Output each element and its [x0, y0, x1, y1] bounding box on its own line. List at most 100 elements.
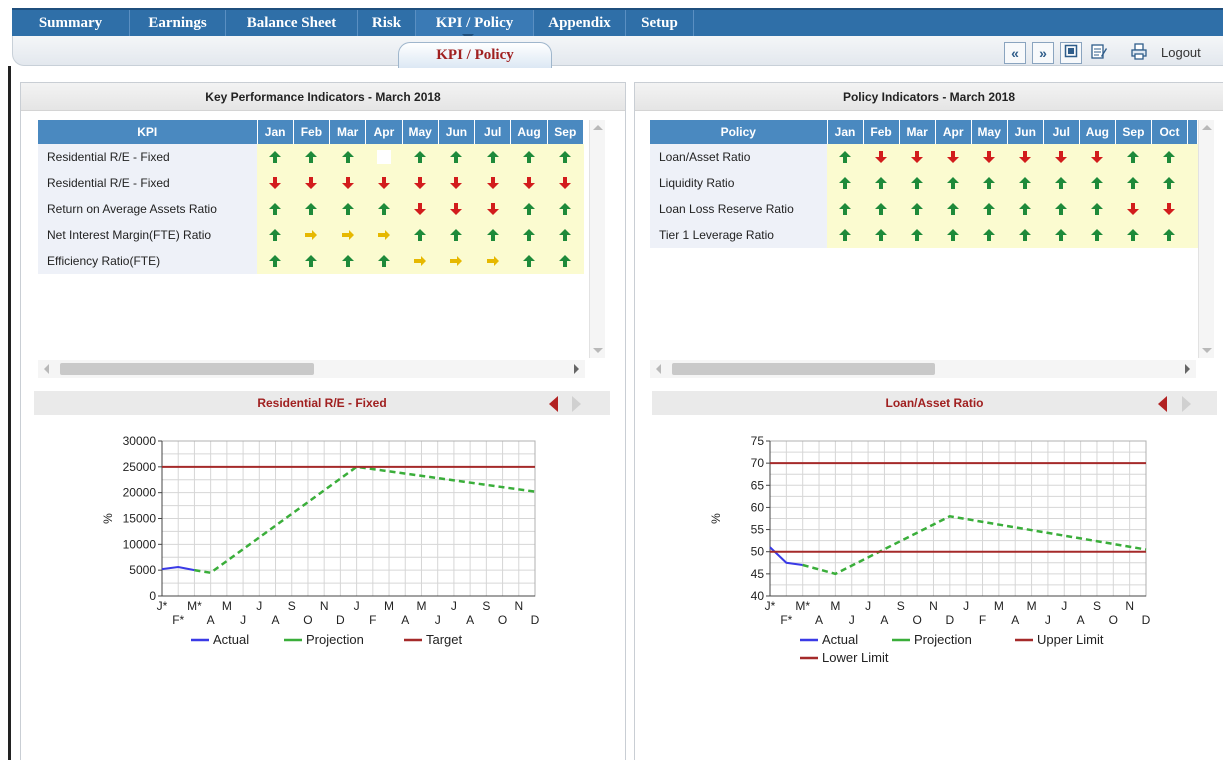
arrow-down-icon — [522, 177, 535, 190]
kpi-month-header: Apr — [365, 120, 403, 144]
legend-label: Lower Limit — [822, 650, 889, 665]
y-tick-label: 0 — [149, 589, 156, 603]
arrow-down-icon — [1091, 151, 1104, 164]
print-icon[interactable] — [1128, 42, 1150, 64]
logout-link[interactable]: Logout — [1161, 45, 1201, 60]
policy-status-cell — [1115, 196, 1152, 222]
legend-label: Upper Limit — [1037, 632, 1104, 647]
edit-icon[interactable] — [1088, 42, 1110, 64]
kpi-month-header: Mar — [329, 120, 367, 144]
kpi-horizontal-scrollbar[interactable] — [38, 360, 585, 378]
arrow-down-icon — [559, 177, 572, 190]
tab-risk[interactable]: Risk — [358, 10, 416, 36]
policy-scroll-thumb[interactable] — [672, 363, 935, 375]
kpi-vertical-scrollbar[interactable] — [589, 120, 605, 358]
kpi-status-cell — [510, 222, 548, 248]
x-tick-label: D — [336, 613, 345, 627]
policy-status-cell — [1079, 144, 1116, 170]
kpi-status-cell — [438, 170, 475, 196]
arrow-up-icon — [1127, 177, 1140, 190]
arrow-down-icon — [450, 203, 463, 216]
policy-status-cell — [1151, 170, 1188, 196]
tab-appendix[interactable]: Appendix — [534, 10, 626, 36]
x-tick-label: A — [815, 613, 823, 627]
empty-status-icon — [376, 150, 391, 165]
x-tick-label: J — [354, 599, 360, 613]
first-icon[interactable]: « — [1004, 42, 1026, 64]
kpi-name-header: KPI — [38, 120, 258, 144]
arrow-up-icon — [839, 151, 852, 164]
tab-balance-sheet[interactable]: Balance Sheet — [226, 10, 358, 36]
kpi-status-cell — [293, 248, 330, 274]
last-icon[interactable]: » — [1032, 42, 1054, 64]
table-row[interactable]: Residential R/E - Fixed — [38, 144, 584, 170]
policy-month-header: Aug — [1079, 120, 1116, 144]
x-tick-label: D — [531, 613, 540, 627]
arrow-up-icon — [269, 151, 282, 164]
policy-vertical-scrollbar[interactable] — [1198, 120, 1214, 358]
arrow-up-icon — [377, 255, 390, 268]
kpi-scroll-thumb[interactable] — [60, 363, 314, 375]
policy-status-cell — [1043, 170, 1080, 196]
arrow-up-icon — [911, 229, 924, 242]
x-tick-label: A — [1011, 613, 1019, 627]
policy-horizontal-scrollbar[interactable] — [650, 360, 1196, 378]
tab-setup[interactable]: Setup — [626, 10, 694, 36]
policy-status-cell — [1007, 170, 1044, 196]
arrow-down-icon — [341, 177, 354, 190]
policy-status-cell — [935, 144, 972, 170]
tab-kpi-policy[interactable]: KPI / Policy — [416, 10, 534, 36]
kpi-status-cell — [293, 170, 330, 196]
window-edge — [8, 66, 11, 760]
table-row[interactable]: Efficiency Ratio(FTE) — [38, 248, 584, 274]
policy-chart-prev-icon[interactable] — [1158, 396, 1167, 412]
policy-status-cell — [863, 144, 900, 170]
x-tick-label: A — [880, 613, 888, 627]
policy-status-cell — [971, 196, 1008, 222]
table-row[interactable]: Net Interest Margin(FTE) Ratio — [38, 222, 584, 248]
arrow-up-icon — [839, 177, 852, 190]
table-row[interactable]: Loan/Asset Ratio — [650, 144, 1198, 170]
policy-status-cell — [935, 170, 972, 196]
x-tick-label: J — [865, 599, 871, 613]
y-tick-label: 50 — [751, 545, 765, 559]
x-tick-label: J — [240, 613, 246, 627]
arrow-up-icon — [1019, 229, 1032, 242]
arrow-down-icon — [486, 203, 499, 216]
kpi-chart-next-icon[interactable] — [572, 396, 581, 412]
table-row[interactable]: Return on Average Assets Ratio — [38, 196, 584, 222]
arrow-up-icon — [1091, 177, 1104, 190]
x-tick-label: F — [369, 613, 376, 627]
table-row[interactable]: Loan Loss Reserve Ratio — [650, 196, 1198, 222]
kpi-chart-prev-icon[interactable] — [549, 396, 558, 412]
policy-status-cell — [863, 196, 900, 222]
arrow-up-icon — [305, 151, 318, 164]
x-tick-label: O — [1109, 613, 1118, 627]
kpi-status-cell — [474, 248, 511, 274]
arrow-up-icon — [522, 151, 535, 164]
table-row[interactable]: Tier 1 Leverage Ratio — [650, 222, 1198, 248]
policy-status-cell — [1043, 196, 1080, 222]
x-tick-label: M* — [795, 599, 810, 613]
policy-month-header: May — [971, 120, 1008, 144]
arrow-up-icon — [1019, 203, 1032, 216]
arrow-down-icon — [377, 177, 390, 190]
table-row[interactable]: Liquidity Ratio — [650, 170, 1198, 196]
arrow-up-icon — [559, 255, 572, 268]
x-tick-label: D — [1142, 613, 1151, 627]
x-tick-label: M — [830, 599, 840, 613]
arrow-up-icon — [486, 151, 499, 164]
arrow-up-icon — [1091, 229, 1104, 242]
x-tick-label: M — [1027, 599, 1037, 613]
kpi-month-header: Jun — [438, 120, 476, 144]
legend-label: Actual — [213, 632, 249, 647]
policy-table-body: Loan/Asset Ratio Liquidity Ratio Loan Loss… — [650, 144, 1198, 248]
calculator-icon[interactable] — [1060, 42, 1082, 64]
table-row[interactable]: Residential R/E - Fixed — [38, 170, 584, 196]
tab-earnings[interactable]: Earnings — [130, 10, 226, 36]
policy-chart-next-icon[interactable] — [1182, 396, 1191, 412]
tab-summary[interactable]: Summary — [12, 10, 130, 36]
subtab-kpi-policy[interactable]: KPI / Policy — [398, 42, 552, 68]
arrow-right-icon — [377, 230, 390, 241]
policy-status-cell — [827, 196, 864, 222]
